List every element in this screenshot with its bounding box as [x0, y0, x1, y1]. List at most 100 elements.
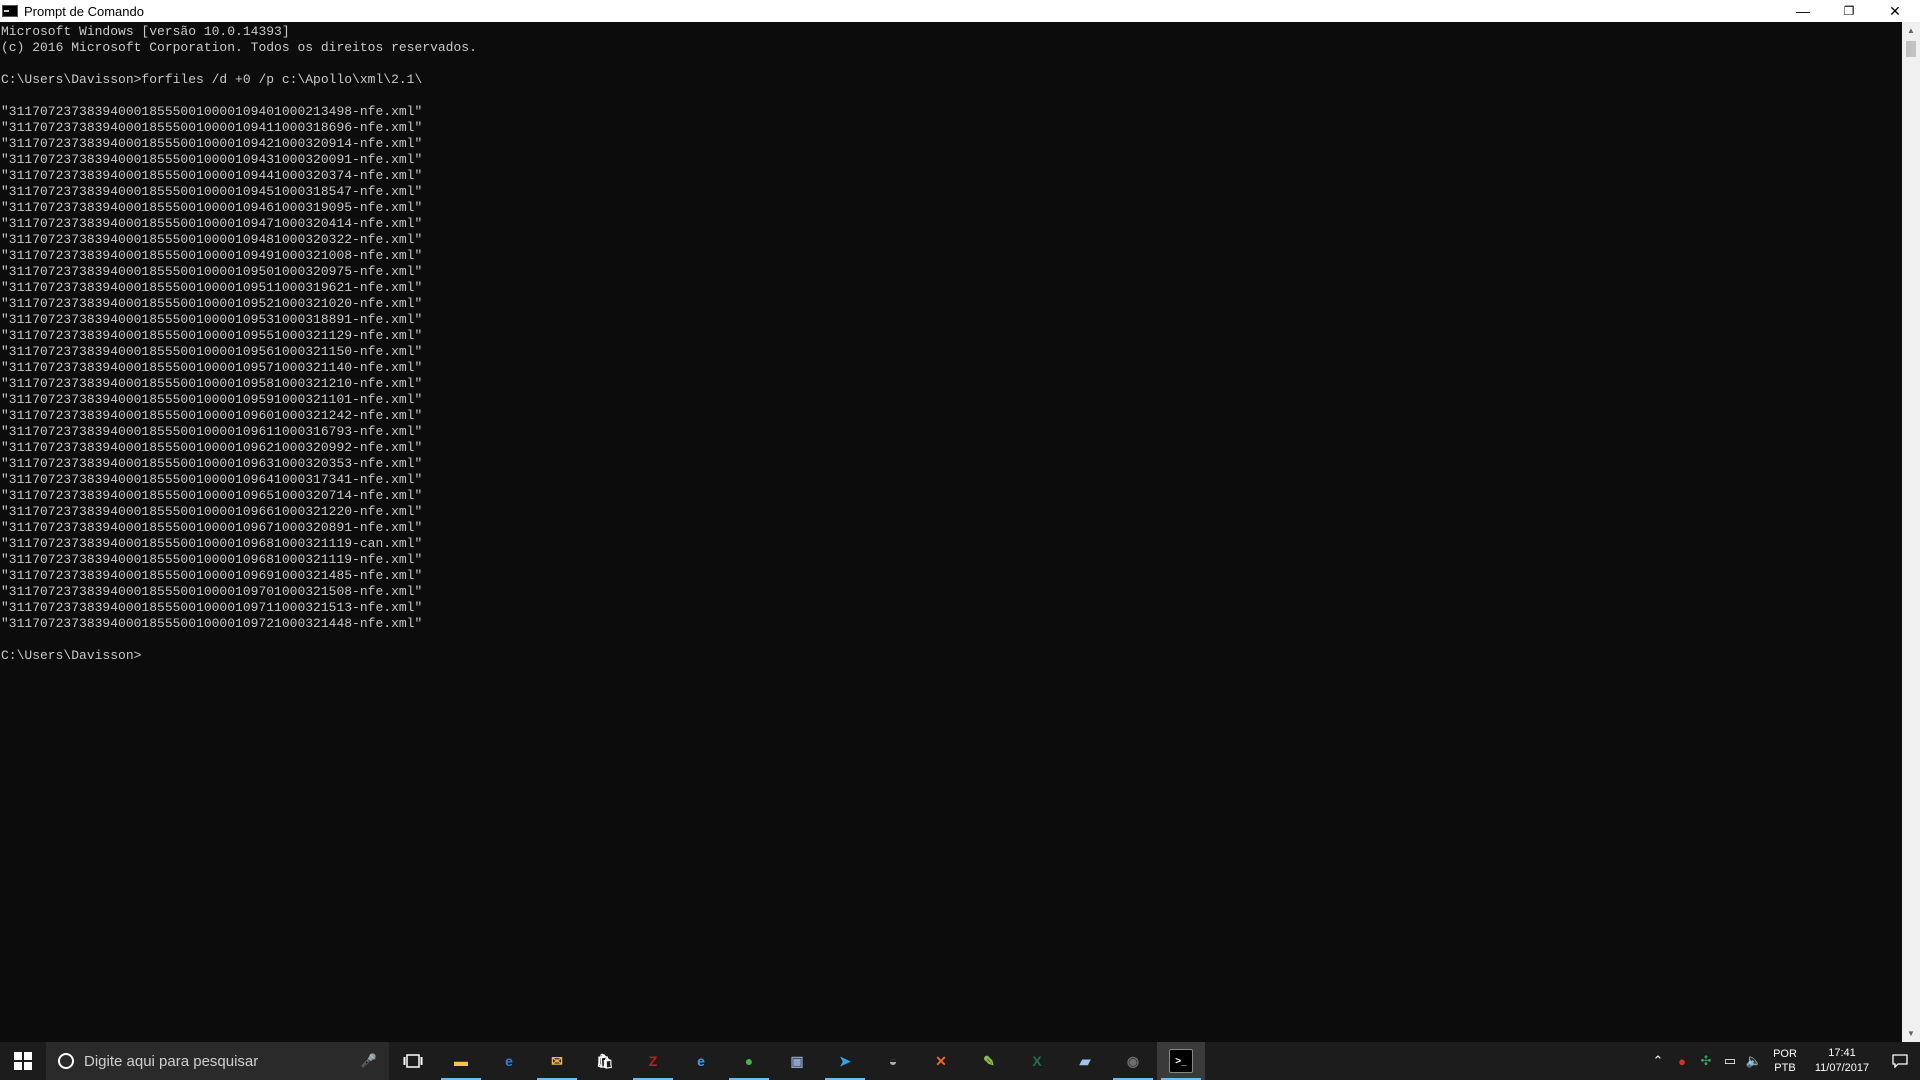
keyboard-layout: PTB	[1774, 1062, 1796, 1074]
app-dome-icon: ◒	[888, 1053, 898, 1069]
windows-logo-icon	[14, 1052, 32, 1070]
search-placeholder: Digite aqui para pesquisar	[84, 1052, 259, 1070]
console-line: "311707237383940001855500100001096610003…	[1, 504, 423, 519]
scroll-up-arrow-icon[interactable]: ▲	[1902, 22, 1920, 39]
internet-explorer-icon: e	[697, 1053, 705, 1069]
taskbar-clock[interactable]: 17:41 11/07/2017	[1804, 1046, 1880, 1076]
network-icon[interactable]: ▭	[1718, 1042, 1742, 1080]
console-line: "311707237383940001855500100001094310003…	[1, 152, 423, 167]
console-line: "311707237383940001855500100001096110003…	[1, 424, 423, 439]
dropbox-icon[interactable]: ✣	[1694, 1042, 1718, 1080]
console-line: "311707237383940001855500100001095910003…	[1, 392, 423, 407]
telegram-icon: ➤	[839, 1052, 851, 1069]
excel-taskbar-button[interactable]: X	[1013, 1042, 1061, 1080]
clock-time: 17:41	[1828, 1047, 1856, 1059]
console-line: Microsoft Windows [versão 10.0.14393]	[1, 24, 290, 39]
cmd-icon: >_	[1169, 1049, 1193, 1073]
filezilla-taskbar-button[interactable]: Z	[629, 1042, 677, 1080]
console-line: C:\Users\Davisson>forfiles /d +0 /p c:\A…	[1, 72, 423, 87]
taskbar-pinned-apps: ▬ e ✉ 🛍 Ze ● ▣ ➤ ◒ ✕ ✎ X ▰ ◉ >_	[437, 1042, 1205, 1080]
clock-date: 11/07/2017	[1814, 1062, 1870, 1074]
notes-taskbar-button[interactable]: ▰	[1061, 1042, 1109, 1080]
xampp-icon: ✕	[935, 1052, 947, 1069]
chrome-icon: ●	[744, 1053, 754, 1069]
console-line: "311707237383940001855500100001095710003…	[1, 360, 423, 375]
console-line: "311707237383940001855500100001095010003…	[1, 264, 423, 279]
console-line: "311707237383940001855500100001094510003…	[1, 184, 423, 199]
console-line: "311707237383940001855500100001094610003…	[1, 200, 423, 215]
microphone-icon[interactable]: 🎤	[361, 1053, 377, 1069]
task-view-icon	[403, 1054, 423, 1068]
console-line: "311707237383940001855500100001097110003…	[1, 600, 423, 615]
console-line: "311707237383940001855500100001094910003…	[1, 248, 423, 263]
console-line: "311707237383940001855500100001094710003…	[1, 216, 423, 231]
obs-icon: ◉	[1126, 1052, 1140, 1069]
store-icon: 🛍	[596, 1052, 614, 1069]
media-icon: ▣	[790, 1052, 804, 1069]
file-explorer-icon: ▬	[454, 1053, 468, 1069]
edge-icon: e	[505, 1053, 513, 1069]
action-center-button[interactable]	[1880, 1042, 1920, 1080]
store-taskbar-button[interactable]: 🛍	[581, 1042, 629, 1080]
media-taskbar-button[interactable]: ▣	[773, 1042, 821, 1080]
cortana-icon	[58, 1053, 74, 1069]
console-line: "311707237383940001855500100001096310003…	[1, 456, 423, 471]
close-button[interactable]: ✕	[1872, 0, 1918, 22]
cmd-window-icon[interactable]	[2, 5, 18, 17]
internet-explorer-taskbar-button[interactable]: e	[677, 1042, 725, 1080]
outlook-taskbar-button[interactable]: ✉	[533, 1042, 581, 1080]
console-line: "311707237383940001855500100001094010002…	[1, 104, 423, 119]
notes-icon: ▰	[1079, 1052, 1091, 1069]
language-code: POR	[1773, 1048, 1797, 1060]
minimize-button[interactable]: —	[1780, 0, 1826, 22]
file-explorer-taskbar-button[interactable]: ▬	[437, 1042, 485, 1080]
show-hidden-icons-chevron-icon[interactable]: ⌃	[1646, 1042, 1670, 1080]
app-dome-taskbar-button[interactable]: ◒	[869, 1042, 917, 1080]
cmd-taskbar-button[interactable]: >_	[1157, 1042, 1205, 1080]
xampp-taskbar-button[interactable]: ✕	[917, 1042, 965, 1080]
vertical-scrollbar[interactable]: ▲ ▼	[1902, 22, 1920, 1042]
console-output: Microsoft Windows [versão 10.0.14393] (c…	[0, 22, 1902, 664]
console-area[interactable]: Microsoft Windows [versão 10.0.14393] (c…	[0, 22, 1902, 1042]
scrollbar-thumb[interactable]	[1906, 41, 1916, 57]
console-line: (c) 2016 Microsoft Corporation. Todos os…	[1, 40, 477, 55]
console-line: "311707237383940001855500100001096810003…	[1, 536, 423, 551]
console-line: "311707237383940001855500100001095210003…	[1, 296, 423, 311]
obs-taskbar-button[interactable]: ◉	[1109, 1042, 1157, 1080]
console-line: C:\Users\Davisson>	[1, 648, 142, 663]
system-tray: ⌃ ● ✣ ▭ 🔈 POR PTB 17:41 11/07/2017	[1646, 1042, 1920, 1080]
console-line: "311707237383940001855500100001095310003…	[1, 312, 423, 327]
chrome-taskbar-button[interactable]: ●	[725, 1042, 773, 1080]
console-line: "311707237383940001855500100001097210003…	[1, 616, 423, 631]
console-line: "311707237383940001855500100001095610003…	[1, 344, 423, 359]
console-line: "311707237383940001855500100001094210003…	[1, 136, 423, 151]
filezilla-icon: Z	[648, 1053, 658, 1069]
console-line: "311707237383940001855500100001095510003…	[1, 328, 423, 343]
notepad-plus-taskbar-button[interactable]: ✎	[965, 1042, 1013, 1080]
console-line: "311707237383940001855500100001096910003…	[1, 568, 423, 583]
input-language-indicator[interactable]: POR PTB	[1766, 1047, 1804, 1075]
start-button[interactable]	[0, 1042, 46, 1080]
taskbar-search-box[interactable]: Digite aqui para pesquisar 🎤	[46, 1042, 389, 1080]
console-line: "311707237383940001855500100001096010003…	[1, 408, 423, 423]
console-line: "311707237383940001855500100001096410003…	[1, 472, 423, 487]
console-line: "311707237383940001855500100001094410003…	[1, 168, 423, 183]
console-line: "311707237383940001855500100001094110003…	[1, 120, 423, 135]
window-title: Prompt de Comando	[24, 3, 144, 19]
scroll-down-arrow-icon[interactable]: ▼	[1902, 1025, 1920, 1042]
restore-button[interactable]: ❐	[1826, 0, 1872, 22]
console-line: "311707237383940001855500100001096810003…	[1, 552, 423, 567]
console-line: "311707237383940001855500100001096510003…	[1, 488, 423, 503]
volume-icon[interactable]: 🔈	[1742, 1042, 1766, 1080]
console-line: "311707237383940001855500100001094810003…	[1, 232, 423, 247]
console-line: "311707237383940001855500100001096210003…	[1, 440, 423, 455]
edge-taskbar-button[interactable]: e	[485, 1042, 533, 1080]
console-line: "311707237383940001855500100001096710003…	[1, 520, 423, 535]
gmail-notifier-icon[interactable]: ●	[1670, 1042, 1694, 1080]
telegram-taskbar-button[interactable]: ➤	[821, 1042, 869, 1080]
window-titlebar[interactable]: Prompt de Comando — ❐ ✕	[0, 0, 1920, 22]
notepad-plus-icon: ✎	[983, 1052, 995, 1069]
task-view-button[interactable]	[389, 1042, 437, 1080]
notification-icon	[1892, 1054, 1908, 1068]
excel-icon: X	[1032, 1053, 1042, 1069]
